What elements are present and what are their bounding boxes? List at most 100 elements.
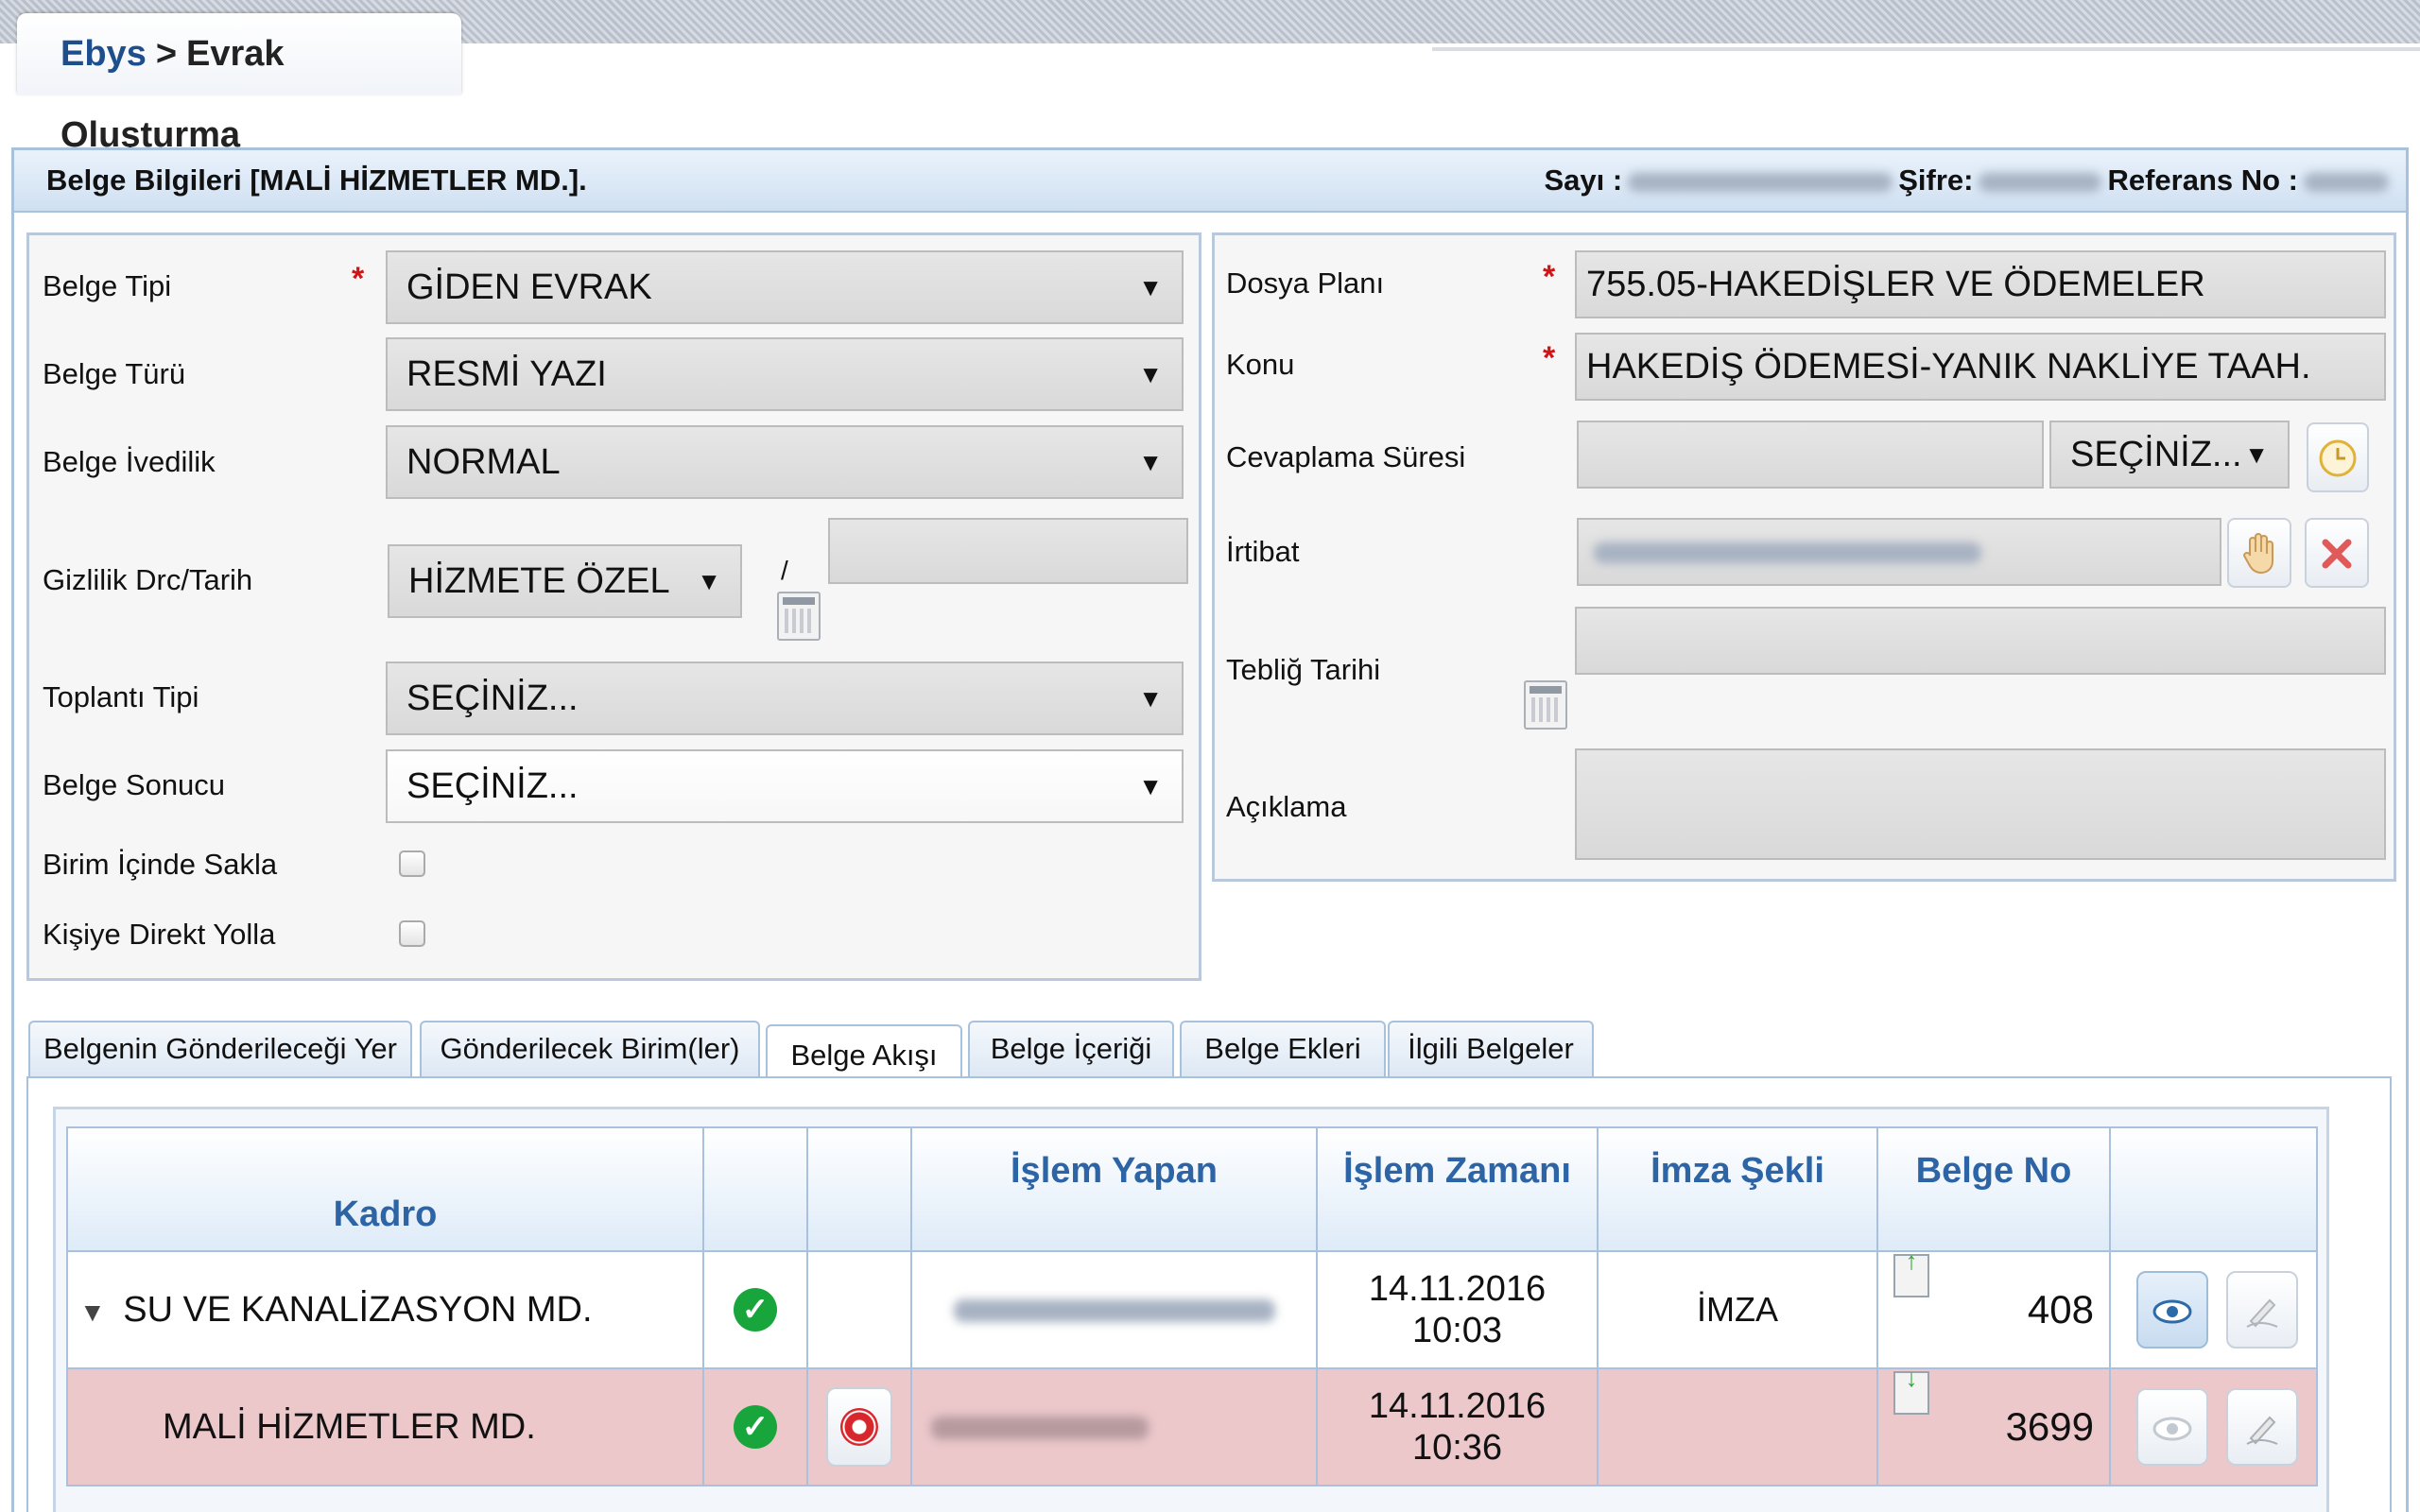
kadro-cell: MALİ HİZMETLER MD. <box>66 1367 704 1486</box>
kisiye-direkt-yolla-checkbox[interactable] <box>399 920 425 947</box>
islem-date: 14.11.2016 <box>1368 1386 1547 1426</box>
tab-ilgili-belgeler[interactable]: İlgili Belgeler <box>1388 1021 1594 1077</box>
belge-sonucu-value: SEÇİNİZ... <box>406 766 579 806</box>
belge-ivedilik-select[interactable]: NORMAL ▼ <box>386 425 1184 499</box>
belge-turu-label: Belge Türü <box>43 357 186 390</box>
cevaplama-suresi-input[interactable] <box>1577 421 2044 489</box>
cevaplama-suresi-label: Cevaplama Süresi <box>1226 440 1466 473</box>
belge-akisi-grid: Kadro İşlem Yapan İşlem Zamanı İmza Şekl… <box>66 1126 2318 1486</box>
breadcrumb-separator: > <box>155 34 178 74</box>
referans-value-redacted <box>2304 172 2389 192</box>
expander-icon[interactable]: ▼ <box>79 1297 106 1327</box>
sayi-value-redacted <box>1628 172 1893 192</box>
gizlilik-select[interactable]: HİZMETE ÖZEL ▼ <box>388 544 742 618</box>
islem-yapan-cell <box>910 1367 1318 1486</box>
column-belge-no[interactable]: Belge No <box>1876 1126 2111 1252</box>
irtibat-input[interactable] <box>1577 518 2221 586</box>
belge-no[interactable]: 3699 <box>2006 1371 2094 1483</box>
islem-time: 10:03 <box>1411 1311 1503 1350</box>
tools-cell <box>2109 1367 2318 1486</box>
chevron-down-icon: ▼ <box>1138 772 1163 800</box>
clock-button[interactable] <box>2307 422 2369 492</box>
sifre-label: Şifre: <box>1898 163 1974 197</box>
konu-required: * <box>1543 340 1556 376</box>
clear-button[interactable] <box>2305 518 2369 588</box>
tab-belge-ekleri[interactable]: Belge Ekleri <box>1180 1021 1386 1077</box>
belge-turu-select[interactable]: RESMİ YAZI ▼ <box>386 337 1184 411</box>
cevaplama-suresi-select[interactable]: SEÇİNİZ... ▼ <box>2049 421 2290 489</box>
top-divider <box>1432 47 2420 51</box>
teblig-tarihi-input[interactable] <box>1575 607 2386 675</box>
view-button[interactable] <box>2136 1271 2209 1349</box>
dosya-plani-label: Dosya Planı <box>1226 266 1385 300</box>
imza-sekli-cell <box>1597 1367 1878 1486</box>
column-islem-yapan[interactable]: İşlem Yapan <box>910 1126 1318 1252</box>
toplanti-tipi-label: Toplantı Tipi <box>43 680 199 713</box>
islem-time: 10:36 <box>1411 1428 1503 1468</box>
pen-icon <box>2246 1417 2278 1446</box>
action-cell <box>806 1367 912 1486</box>
cevaplama-suresi-select-value: SEÇİNİZ... <box>2070 435 2242 474</box>
tab-belge-akisi[interactable]: Belge Akışı <box>766 1024 962 1083</box>
chevron-down-icon: ▼ <box>2244 440 2269 469</box>
eye-icon <box>2152 1417 2192 1441</box>
status-cell: ✓ <box>702 1250 808 1369</box>
belge-tipi-value: GİDEN EVRAK <box>406 267 652 307</box>
column-kadro[interactable]: Kadro <box>66 1126 704 1252</box>
table-row[interactable]: ▼ SU VE KANALİZASYON MD. ✓ 14.11.2016 10:… <box>66 1250 2318 1369</box>
sign-button[interactable] <box>2225 1271 2298 1349</box>
tab-belge-icerigi[interactable]: Belge İçeriği <box>968 1021 1174 1077</box>
islem-zamani-cell: 14.11.2016 10:03 <box>1316 1250 1599 1369</box>
column-imza-sekli[interactable]: İmza Şekli <box>1597 1126 1878 1252</box>
table-row[interactable]: MALİ HİZMETLER MD. ✓ 14.11.2016 10:36 ↓ 3… <box>66 1367 2318 1486</box>
calendar-icon[interactable] <box>1524 680 1567 730</box>
view-button[interactable] <box>2136 1388 2209 1466</box>
column-islem-zamani[interactable]: İşlem Zamanı <box>1316 1126 1599 1252</box>
belge-no-cell: ↑ 408 <box>1876 1250 2111 1369</box>
islem-yapan-redacted <box>953 1299 1275 1323</box>
islem-yapan-cell <box>910 1250 1318 1369</box>
islem-yapan-redacted <box>931 1417 1149 1440</box>
breadcrumb-root[interactable]: Ebys <box>60 34 147 74</box>
gizlilik-date-input[interactable] <box>828 518 1188 584</box>
chevron-down-icon: ▼ <box>1138 273 1163 301</box>
tab-gonderilecek-birimler[interactable]: Gönderilecek Birim(ler) <box>420 1021 760 1077</box>
islem-zamani-cell: 14.11.2016 10:36 <box>1316 1367 1599 1486</box>
belge-ivedilik-label: Belge İvedilik <box>43 445 216 478</box>
belge-no-cell: ↓ 3699 <box>1876 1367 2111 1486</box>
belge-no[interactable]: 408 <box>2028 1254 2094 1366</box>
header-meta: Sayı : Şifre: Referans No : <box>1544 150 2394 211</box>
check-circle-icon: ✓ <box>734 1288 777 1332</box>
belge-sonucu-label: Belge Sonucu <box>43 768 226 801</box>
close-icon <box>2322 539 2352 569</box>
action-cell <box>806 1250 912 1369</box>
konu-input[interactable]: HAKEDİŞ ÖDEMESİ-YANIK NAKLİYE TAAH. <box>1575 333 2386 401</box>
toplanti-tipi-select[interactable]: SEÇİNİZ... ▼ <box>386 662 1184 735</box>
aciklama-textarea[interactable] <box>1575 748 2386 860</box>
belge-tipi-required: * <box>352 261 365 297</box>
belge-ivedilik-value: NORMAL <box>406 442 561 482</box>
document-down-icon: ↓ <box>1893 1370 1929 1415</box>
gizlilik-value: HİZMETE ÖZEL <box>408 561 670 601</box>
grid-header-row: Kadro İşlem Yapan İşlem Zamanı İmza Şekl… <box>66 1126 2318 1252</box>
chevron-down-icon: ▼ <box>1138 448 1163 476</box>
kisiye-direkt-yolla-label: Kişiye Direkt Yolla <box>43 918 276 951</box>
eye-icon <box>2152 1299 2192 1324</box>
column-tools <box>2109 1126 2318 1252</box>
sign-button[interactable] <box>2225 1388 2298 1466</box>
birim-icinde-sakla-checkbox[interactable] <box>399 850 425 877</box>
chevron-down-icon: ▼ <box>697 567 721 595</box>
dosya-plani-input[interactable]: 755.05-HAKEDİŞLER VE ÖDEMELER <box>1575 250 2386 318</box>
check-circle-icon: ✓ <box>734 1405 777 1449</box>
islem-date: 14.11.2016 <box>1368 1269 1547 1309</box>
belge-sonucu-select[interactable]: SEÇİNİZ... ▼ <box>386 749 1184 823</box>
stop-icon[interactable] <box>826 1387 892 1467</box>
calendar-icon[interactable] <box>777 592 821 641</box>
belge-tipi-select[interactable]: GİDEN EVRAK ▼ <box>386 250 1184 324</box>
select-person-button[interactable] <box>2227 518 2291 588</box>
column-status <box>702 1126 808 1252</box>
tab-belgenin-gonderilecegi-yer[interactable]: Belgenin Gönderileceği Yer <box>28 1021 412 1077</box>
tools-cell <box>2109 1250 2318 1369</box>
document-up-icon: ↑ <box>1893 1253 1929 1297</box>
chevron-down-icon: ▼ <box>1138 684 1163 713</box>
